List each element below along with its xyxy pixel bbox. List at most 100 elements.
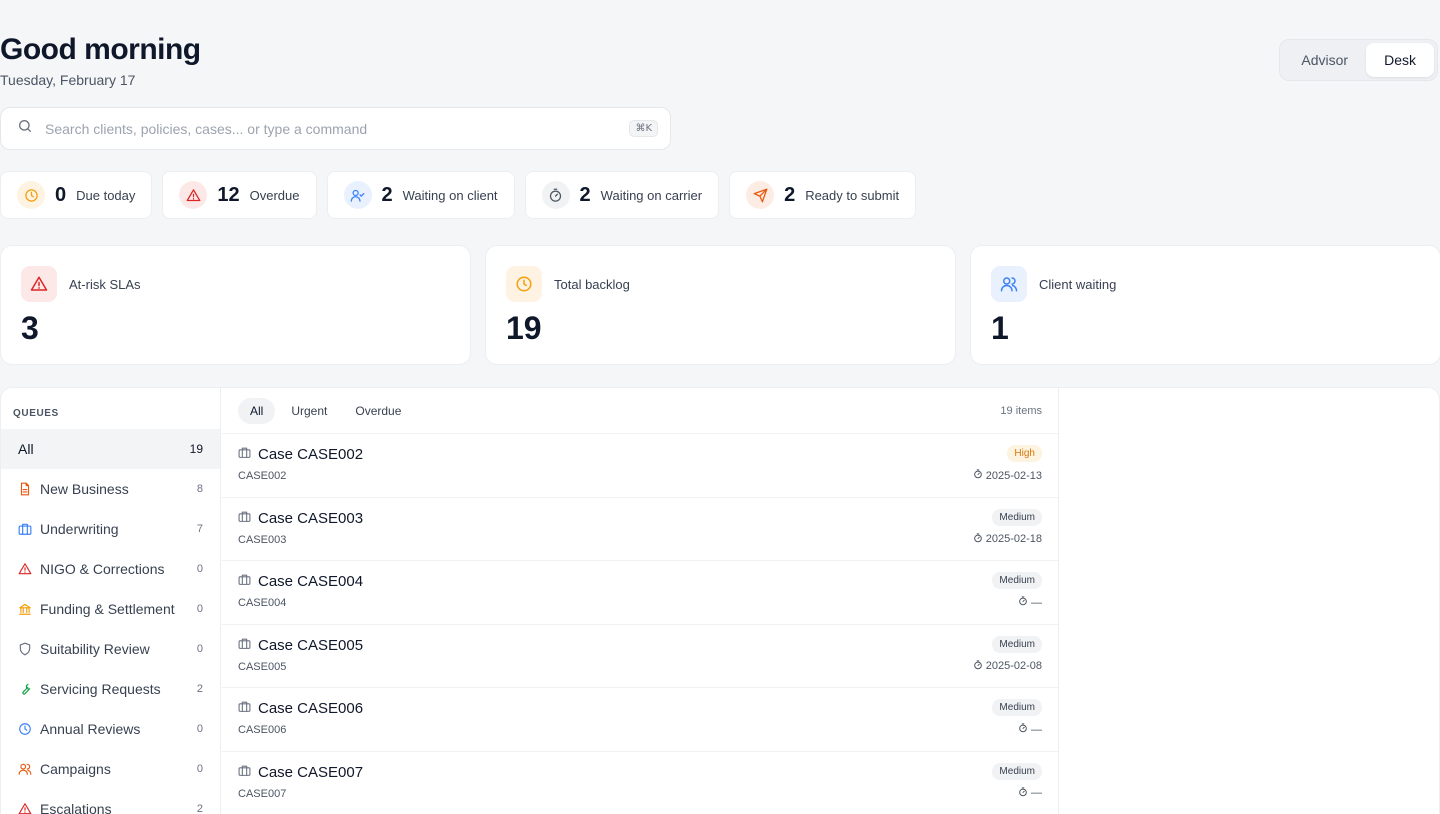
metric-cards: At-risk SLAs 3 Total backlog 19 Client w… (0, 245, 1440, 365)
priority-badge: Medium (992, 762, 1042, 780)
search-input[interactable] (45, 120, 630, 137)
case-id: CASE002 (238, 470, 287, 482)
card-title: Total backlog (554, 276, 630, 292)
case-row[interactable]: Case CASE003 CASE003 Medium 2025-02-18 (222, 498, 1058, 561)
case-title: Case CASE004 (258, 573, 364, 590)
queue-servicing[interactable]: Servicing Requests 2 (1, 669, 220, 709)
card-total-backlog[interactable]: Total backlog 19 (485, 245, 956, 365)
queue-suitability[interactable]: Suitability Review 0 (1, 629, 220, 669)
queue-campaigns[interactable]: Campaigns 0 (1, 749, 220, 789)
due-date: — (1018, 786, 1042, 800)
search-icon (17, 118, 33, 139)
queue-label: Underwriting (40, 521, 119, 537)
briefcase-icon (238, 764, 251, 781)
case-title: Case CASE006 (258, 700, 364, 717)
greeting-block: Good morning Tuesday, February 17 (0, 32, 201, 88)
work-panel: QUEUES All 19 New Business 8 Underwritin… (0, 387, 1440, 814)
filter-tabs: All Urgent Overdue 19 items (222, 388, 1058, 434)
wrench-icon (18, 682, 32, 696)
queue-nigo[interactable]: NIGO & Corrections 0 (1, 549, 220, 589)
queue-annual-reviews[interactable]: Annual Reviews 0 (1, 709, 220, 749)
queue-label: Suitability Review (40, 641, 150, 657)
send-icon (746, 181, 775, 209)
case-row[interactable]: Case CASE002 CASE002 High 2025-02-13 (222, 434, 1058, 498)
queue-count: 19 (189, 442, 203, 456)
timer-icon (1018, 596, 1028, 609)
case-id: CASE005 (238, 660, 287, 673)
briefcase-icon (238, 637, 251, 654)
stat-value: 2 (381, 183, 393, 206)
due-date: 2025-02-13 (973, 469, 1042, 482)
mode-desk[interactable]: Desk (1366, 43, 1434, 77)
queue-count: 0 (196, 763, 203, 775)
queue-count: 7 (196, 523, 203, 535)
due-date: 2025-02-18 (973, 532, 1042, 546)
card-value: 19 (506, 310, 542, 346)
shield-icon (18, 642, 32, 656)
current-date: Tuesday, February 17 (0, 72, 136, 88)
case-row[interactable]: Case CASE006 CASE006 Medium — (222, 688, 1058, 752)
case-row[interactable]: Case CASE004 CASE004 Medium — (222, 561, 1058, 625)
due-date-text: 2025-02-18 (985, 533, 1042, 545)
queue-new-business[interactable]: New Business 8 (1, 469, 220, 509)
file-text-icon (18, 482, 32, 496)
due-date: 2025-02-08 (973, 659, 1042, 673)
case-id: CASE003 (238, 533, 287, 546)
alert-triangle-icon (18, 562, 32, 576)
stat-label: Waiting on client (402, 187, 498, 203)
due-date-text: 2025-02-08 (985, 660, 1042, 672)
items-count: 19 items (1000, 404, 1042, 417)
stat-label: Ready to submit (805, 187, 900, 203)
case-title: Case CASE003 (258, 509, 364, 527)
queue-label: Campaigns (40, 761, 111, 777)
stat-overdue[interactable]: 12 Overdue (162, 171, 317, 219)
shortcut-hint: ⌘K (629, 120, 658, 137)
due-date: — (1018, 596, 1042, 609)
priority-badge: High (1007, 445, 1042, 462)
briefcase-icon (238, 446, 251, 463)
queue-label: Servicing Requests (40, 681, 161, 697)
queue-label: Escalations (40, 801, 112, 814)
filter-overdue[interactable]: Overdue (343, 398, 413, 424)
stat-waiting-client[interactable]: 2 Waiting on client (326, 171, 515, 219)
briefcase-icon (238, 573, 251, 590)
case-title: Case CASE007 (258, 763, 364, 781)
command-search[interactable]: ⌘K (0, 107, 671, 150)
queues-heading: QUEUES (13, 408, 59, 419)
timer-icon (973, 659, 983, 673)
stat-value: 2 (579, 183, 591, 206)
stat-waiting-carrier[interactable]: 2 Waiting on carrier (524, 171, 720, 219)
case-row[interactable]: Case CASE007 CASE007 Medium — (222, 752, 1058, 814)
queue-funding[interactable]: Funding & Settlement 0 (1, 589, 220, 629)
case-title: Case CASE005 (258, 636, 364, 654)
timer-icon (1018, 723, 1028, 736)
card-at-risk-slas[interactable]: At-risk SLAs 3 (0, 245, 471, 365)
mode-advisor[interactable]: Advisor (1283, 43, 1366, 77)
alert-triangle-icon (179, 181, 208, 209)
queue-count: 0 (196, 723, 203, 735)
queue-all[interactable]: All 19 (1, 429, 220, 469)
stat-ready-submit[interactable]: 2 Ready to submit (729, 171, 917, 219)
queue-escalations[interactable]: Escalations 2 (1, 789, 220, 814)
case-id: CASE006 (238, 724, 287, 736)
timer-icon (1018, 786, 1028, 800)
case-row[interactable]: Case CASE005 CASE005 Medium 2025-02-08 (222, 625, 1058, 688)
clock-icon (506, 266, 542, 302)
filter-urgent[interactable]: Urgent (279, 398, 339, 424)
stat-value: 2 (784, 183, 796, 206)
priority-badge: Medium (992, 699, 1042, 716)
queue-label: NIGO & Corrections (40, 561, 165, 577)
case-list: All Urgent Overdue 19 items Case CASE002… (222, 388, 1059, 814)
alert-triangle-icon (18, 802, 32, 814)
bank-icon (18, 602, 32, 616)
filter-all[interactable]: All (238, 397, 276, 424)
card-title: At-risk SLAs (69, 276, 141, 292)
queue-count: 0 (196, 603, 203, 615)
stat-due-today[interactable]: 0 Due today (0, 171, 153, 219)
stat-value: 0 (55, 183, 67, 206)
card-client-waiting[interactable]: Client waiting 1 (970, 245, 1440, 365)
queue-label: Annual Reviews (40, 721, 141, 737)
due-date-text: — (1031, 596, 1042, 609)
queue-underwriting[interactable]: Underwriting 7 (1, 509, 220, 549)
queue-sidebar: QUEUES All 19 New Business 8 Underwritin… (1, 388, 221, 814)
